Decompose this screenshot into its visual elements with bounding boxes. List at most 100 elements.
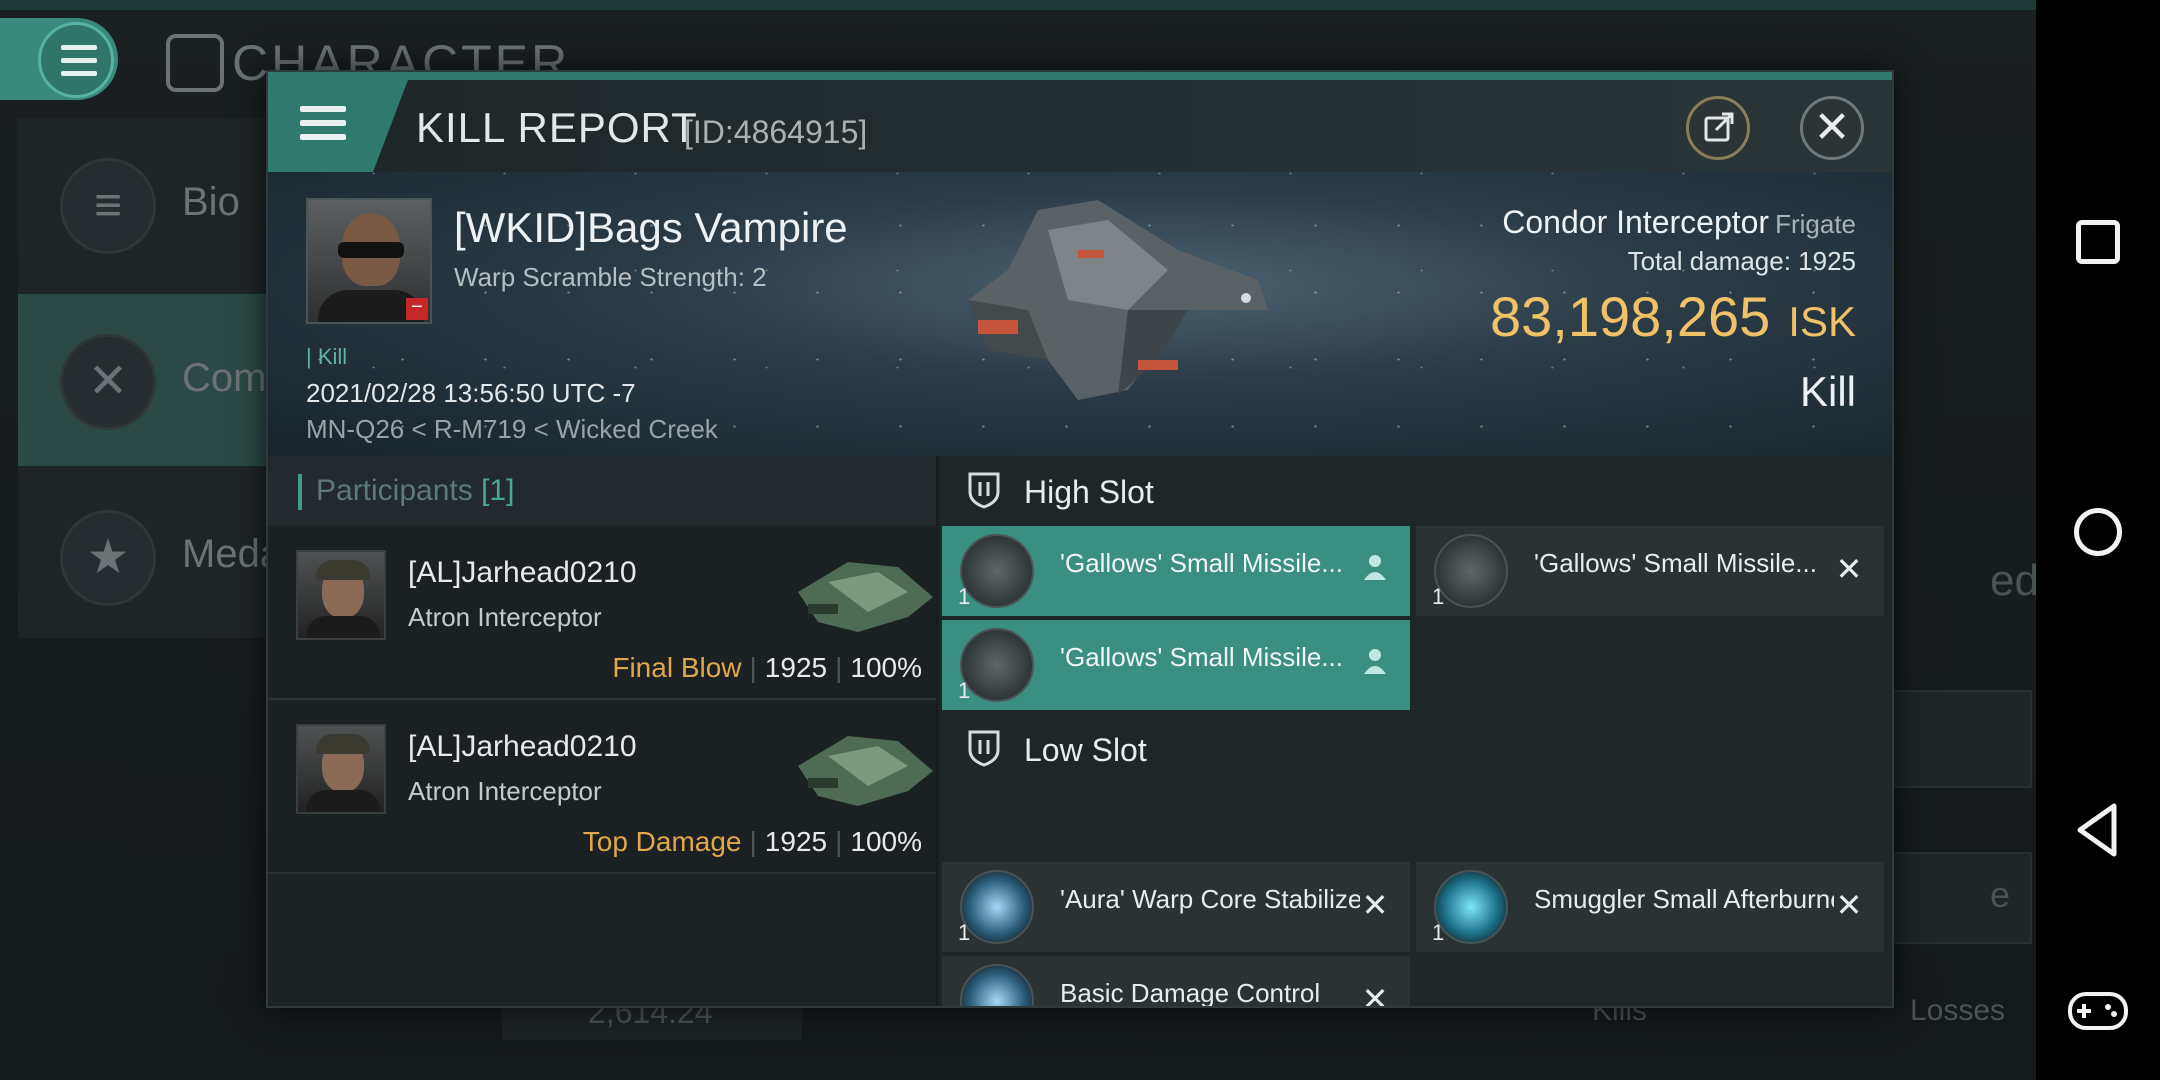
high-slot-label: High Slot [1024,474,1154,510]
dropped-person-icon [1358,552,1392,586]
participant-name: [AL]Jarhead0210 [408,556,637,589]
victim-portrait[interactable]: − [306,198,432,324]
module-quantity: 1 [958,584,971,609]
back-button[interactable] [2066,798,2130,862]
gamepad-icon [2068,992,2128,1030]
total-damage: Total damage: 1925 [1628,246,1856,277]
total-damage-label: Total damage: [1627,246,1791,276]
fitting-panel: High Slot 1 'Gallows' Small Missile... 1 'G… [940,456,1892,1008]
main-menu-button[interactable] [0,18,118,100]
participant-ship-image [798,562,933,632]
low-module[interactable]: 1Basic Damage Control✕ [942,956,1410,1008]
sidebar-item-label: Com [182,356,267,400]
crossed-swords-icon: ✕ [60,334,156,430]
high-module[interactable]: 1 'Gallows' Small Missile... [942,526,1410,616]
participants-title: Participants [1] [316,474,514,508]
standing-minus-icon: − [406,297,428,320]
low-module[interactable]: 1 Smuggler Small Afterburner ✕ [1416,862,1884,952]
participant-percent: 100% [850,652,922,683]
participant-ship: Atron Interceptor [408,776,602,806]
module-name: Basic Damage Control [1060,978,1321,1008]
participant-ship: Atron Interceptor [408,602,602,632]
star-medal-icon: ★ [60,510,156,606]
destroyed-x-icon: ✕ [1835,551,1863,587]
kill-tag-label: | Kill [306,344,348,369]
external-link-icon [1704,112,1734,142]
share-button[interactable] [1686,96,1750,160]
dialog-menu-button[interactable] [268,80,408,172]
dialog-header: KILL REPORT [ID:4864915] ✕ [268,80,1892,172]
participant-name: [AL]Jarhead0210 [408,730,637,763]
module-quantity: 1 [958,678,971,703]
kill-location[interactable]: MN-Q26 < R-M719 < Wicked Creek [306,414,718,445]
participant-row[interactable]: [AL]Jarhead0210 Atron Interceptor Top Da… [268,702,936,874]
low-slot-label: Low Slot [1024,732,1147,768]
missile-launcher-icon [960,534,1034,608]
module-quantity: 1 [1432,584,1445,609]
dialog-top-accent [268,72,1892,80]
home-button[interactable] [2074,508,2122,556]
victim-ship-image[interactable] [928,190,1308,430]
participant-stats: Final Blow | 1925 | 100% [612,652,922,683]
afterburner-icon [1434,870,1508,944]
game-controller-button[interactable] [2066,986,2130,1050]
warp-core-stabilizer-icon [960,870,1034,944]
module-name: 'Gallows' Small Missile... [1534,548,1817,578]
high-module[interactable]: 1 'Gallows' Small Missile... ✕ [1416,526,1884,616]
character-icon [166,34,224,92]
destroyed-x-icon: ✕ [1361,887,1389,923]
victim-ship-name[interactable]: Condor Interceptor Frigate [1502,204,1856,241]
ship-class: Frigate [1775,209,1856,239]
module-quantity: 1 [958,920,971,945]
missile-launcher-icon [960,628,1034,702]
destroyed-x-icon: ✕ [1835,887,1863,923]
participant-stats: Top Damage | 1925 | 100% [582,826,922,857]
participants-header: Participants [1] [268,456,936,526]
background-button [1892,690,2032,788]
participants-count: [1] [481,474,515,507]
participant-portrait [296,724,386,814]
damage-control-icon [960,964,1034,1006]
victim-name[interactable]: [WKID]Bags Vampire [454,204,848,252]
module-name: 'Aura' Warp Core Stabilizer [1060,884,1360,914]
low-module[interactable]: 1 'Aura' Warp Core Stabilizer ✕ [942,862,1410,952]
kill-datetime: 2021/02/28 13:56:50 UTC -7 [306,378,636,408]
hamburger-icon [38,22,114,98]
background-text-fragment: ed [1990,556,2039,605]
participant-damage: 1925 [764,652,828,683]
close-button[interactable]: ✕ [1800,96,1864,160]
list-icon: ≡ [60,158,156,254]
high-module[interactable]: 1 'Gallows' Small Missile... [942,620,1410,710]
module-name: 'Gallows' Small Missile... [1060,642,1343,672]
participant-role: Top Damage [582,826,742,857]
android-navigation-bar [2036,0,2160,1080]
participant-percent: 100% [850,826,922,857]
sidebar-item-label: Bio [182,180,240,224]
dropped-person-icon [1358,646,1392,680]
participants-panel: Participants [1] [AL]Jarhead0210 Atron I… [268,456,938,1006]
isk-unit: ISK [1788,298,1856,345]
losses-label: Losses [1910,994,2006,1027]
missile-launcher-icon [1434,534,1508,608]
isk-amount: 83,198,265 [1490,285,1771,348]
low-slot-icon [968,730,1000,767]
recent-apps-button[interactable] [2076,220,2120,264]
ship-name-text: Condor Interceptor [1502,204,1770,240]
participant-role: Final Blow [612,652,742,683]
module-name: Smuggler Small Afterburner [1534,884,1834,914]
victim-banner: − [WKID]Bags Vampire Warp Scramble Stren… [268,172,1892,456]
low-slot-header: Low Slot [940,714,1892,782]
high-slot-icon [968,472,1000,509]
total-damage-value: 1925 [1798,246,1856,276]
high-slot-header: High Slot [940,456,1892,524]
participant-damage: 1925 [764,826,828,857]
dialog-title: KILL REPORT [416,104,698,151]
participants-label: Participants [316,474,473,507]
top-accent-line [0,0,2036,10]
module-quantity: 1 [1432,920,1445,945]
background-text-fragment: e [1990,874,2011,915]
participant-row[interactable]: [AL]Jarhead0210 Atron Interceptor Final … [268,528,936,700]
back-triangle-icon [2077,803,2117,857]
participant-portrait [296,550,386,640]
warp-scramble-strength: Warp Scramble Strength: 2 [454,262,767,292]
